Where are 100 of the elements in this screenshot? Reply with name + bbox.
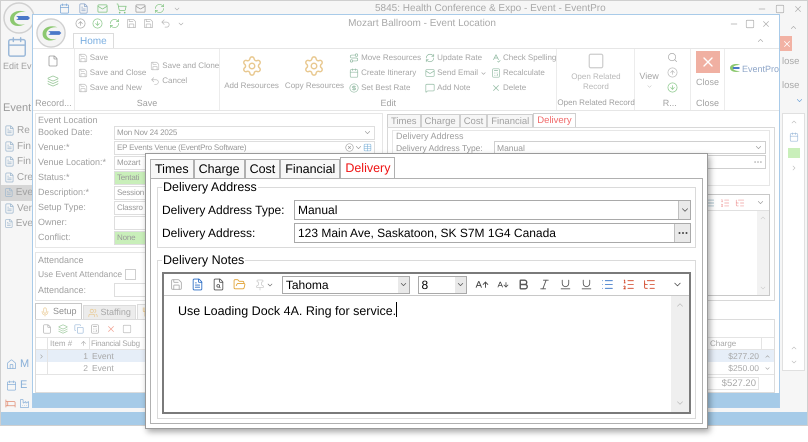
ribbon-tab[interactable]: Home xyxy=(73,32,114,48)
word-document-icon[interactable] xyxy=(190,278,204,291)
tab[interactable]: Times xyxy=(150,159,194,178)
copy-icon[interactable] xyxy=(58,324,68,334)
ribbon-button[interactable]: Save and Close xyxy=(78,66,146,81)
calendar-icon[interactable] xyxy=(59,3,70,14)
folder-icon[interactable] xyxy=(232,278,246,291)
notes-text-area[interactable]: Use Loading Dock 4A. Ring for service. xyxy=(164,296,671,412)
bullet-list-icon[interactable] xyxy=(705,198,715,208)
dropdown-field[interactable]: Manual xyxy=(294,200,691,220)
close-button[interactable]: Close xyxy=(691,48,724,98)
mail-icon[interactable] xyxy=(135,3,146,14)
shrink-font-icon[interactable] xyxy=(497,278,510,290)
tab[interactable]: Financial xyxy=(280,159,340,178)
document-icon xyxy=(4,125,15,136)
multilevel-list-icon[interactable] xyxy=(643,278,656,291)
ribbon-button[interactable]: Save and New xyxy=(78,80,146,96)
ribbon-button[interactable]: Save and Clone xyxy=(150,58,220,74)
scroll-down-icon[interactable] xyxy=(764,364,771,372)
document-icon[interactable] xyxy=(78,3,89,14)
save-icon xyxy=(150,61,160,72)
size-dropdown[interactable]: 8 xyxy=(418,276,468,294)
scrollbar[interactable] xyxy=(671,296,689,412)
search-icon[interactable] xyxy=(666,52,678,63)
dropdown-field[interactable]: Mon Nov 24 2025 xyxy=(114,126,375,140)
ribbon-button[interactable]: Copy Resources xyxy=(284,50,346,98)
grid-icon xyxy=(363,143,372,152)
nav-item[interactable]: Ver xyxy=(1,200,33,216)
ribbon-button[interactable]: Save xyxy=(78,50,146,66)
ribbon-button[interactable]: Send Email xyxy=(425,66,488,81)
window-icon[interactable] xyxy=(122,324,132,334)
ribbon-button[interactable]: Set Best Rate xyxy=(349,80,422,96)
bold-icon[interactable] xyxy=(517,278,530,291)
up-icon[interactable] xyxy=(75,18,86,30)
numbered-list-icon[interactable] xyxy=(622,278,636,291)
copy-icon[interactable] xyxy=(47,74,60,87)
ribbon-button[interactable]: Move Resources xyxy=(349,50,422,66)
refresh-icon[interactable] xyxy=(154,3,165,14)
ribbon-button[interactable]: Add Note xyxy=(425,80,488,96)
column-header[interactable]: Item # xyxy=(48,338,90,350)
italic-icon[interactable] xyxy=(538,278,552,291)
tab[interactable]: Times xyxy=(387,114,421,128)
factory-icon[interactable] xyxy=(19,398,30,408)
undo-icon[interactable] xyxy=(160,18,171,30)
tab[interactable]: Cost xyxy=(460,114,488,128)
tab[interactable]: Staffing xyxy=(82,305,136,320)
bed-icon[interactable] xyxy=(5,398,16,408)
new-document-icon[interactable] xyxy=(47,54,60,67)
close-icon[interactable] xyxy=(793,4,803,14)
multilevel-list-icon[interactable] xyxy=(735,198,745,208)
cart-icon[interactable] xyxy=(116,3,127,14)
tab[interactable]: Cost xyxy=(244,159,280,178)
field-label: Delivery Address Type: xyxy=(162,202,286,218)
scrollbar[interactable] xyxy=(757,211,769,296)
ribbon-button[interactable]: Add Resources xyxy=(223,50,280,98)
save-icon[interactable] xyxy=(126,18,137,30)
numbered-list-icon[interactable] xyxy=(720,198,730,208)
nav-button[interactable]: E xyxy=(1,375,33,396)
scroll-up-icon[interactable] xyxy=(764,352,771,360)
up-icon[interactable] xyxy=(666,66,678,78)
font-dropdown[interactable]: Tahoma xyxy=(282,276,410,294)
close-icon[interactable] xyxy=(761,18,771,29)
duplicate-icon[interactable] xyxy=(74,324,84,334)
down-icon[interactable] xyxy=(92,18,103,30)
tab[interactable]: Charge xyxy=(420,114,460,128)
maximize-icon[interactable] xyxy=(745,18,755,29)
maximize-icon[interactable] xyxy=(775,4,785,14)
lookup-field[interactable]: EP Events Venue (EventPro Software) xyxy=(114,140,375,155)
save-icon[interactable] xyxy=(170,278,183,291)
save-icon[interactable] xyxy=(143,18,154,30)
view-button[interactable]: View xyxy=(639,52,659,90)
tab[interactable]: Setup xyxy=(35,303,82,320)
down-icon[interactable] xyxy=(666,82,678,93)
collapse-icon[interactable] xyxy=(789,23,798,32)
ribbon-button[interactable]: Check Spelling xyxy=(491,50,556,66)
double-underline-icon[interactable] xyxy=(580,278,594,291)
close-icon[interactable] xyxy=(780,36,792,51)
tab[interactable]: Delivery xyxy=(533,113,576,128)
ribbon-button[interactable]: Cancel xyxy=(150,74,220,89)
tab[interactable]: Delivery xyxy=(340,157,396,178)
ribbon-button[interactable]: Delete xyxy=(491,80,556,96)
ribbon-button[interactable]: Update Rate xyxy=(425,50,488,66)
underline-icon[interactable] xyxy=(559,278,572,291)
calculator-icon[interactable] xyxy=(90,324,100,334)
checkbox[interactable] xyxy=(125,269,136,280)
ribbon-button[interactable]: Open Related Record xyxy=(557,48,634,98)
refresh-icon[interactable] xyxy=(109,18,120,30)
chevron-icon xyxy=(456,280,466,289)
tab[interactable]: Charge xyxy=(194,159,245,178)
new-document-icon[interactable] xyxy=(42,324,52,334)
ribbon-button[interactable]: Recalculate xyxy=(491,66,556,81)
nav-button[interactable]: M xyxy=(1,354,33,375)
tab[interactable]: Financial xyxy=(487,114,534,128)
mail-icon[interactable] xyxy=(97,3,108,14)
ribbon-button[interactable]: Edit Ev xyxy=(3,60,33,74)
ribbon-button[interactable]: Create Itinerary xyxy=(349,66,422,81)
delete-icon[interactable] xyxy=(106,324,116,334)
field-label: Setup Type: xyxy=(38,201,87,214)
preview-icon[interactable] xyxy=(212,278,225,291)
text-field[interactable]: 123 Main Ave, Saskatoon, SK S7M 1G4 Canada xyxy=(294,222,691,242)
